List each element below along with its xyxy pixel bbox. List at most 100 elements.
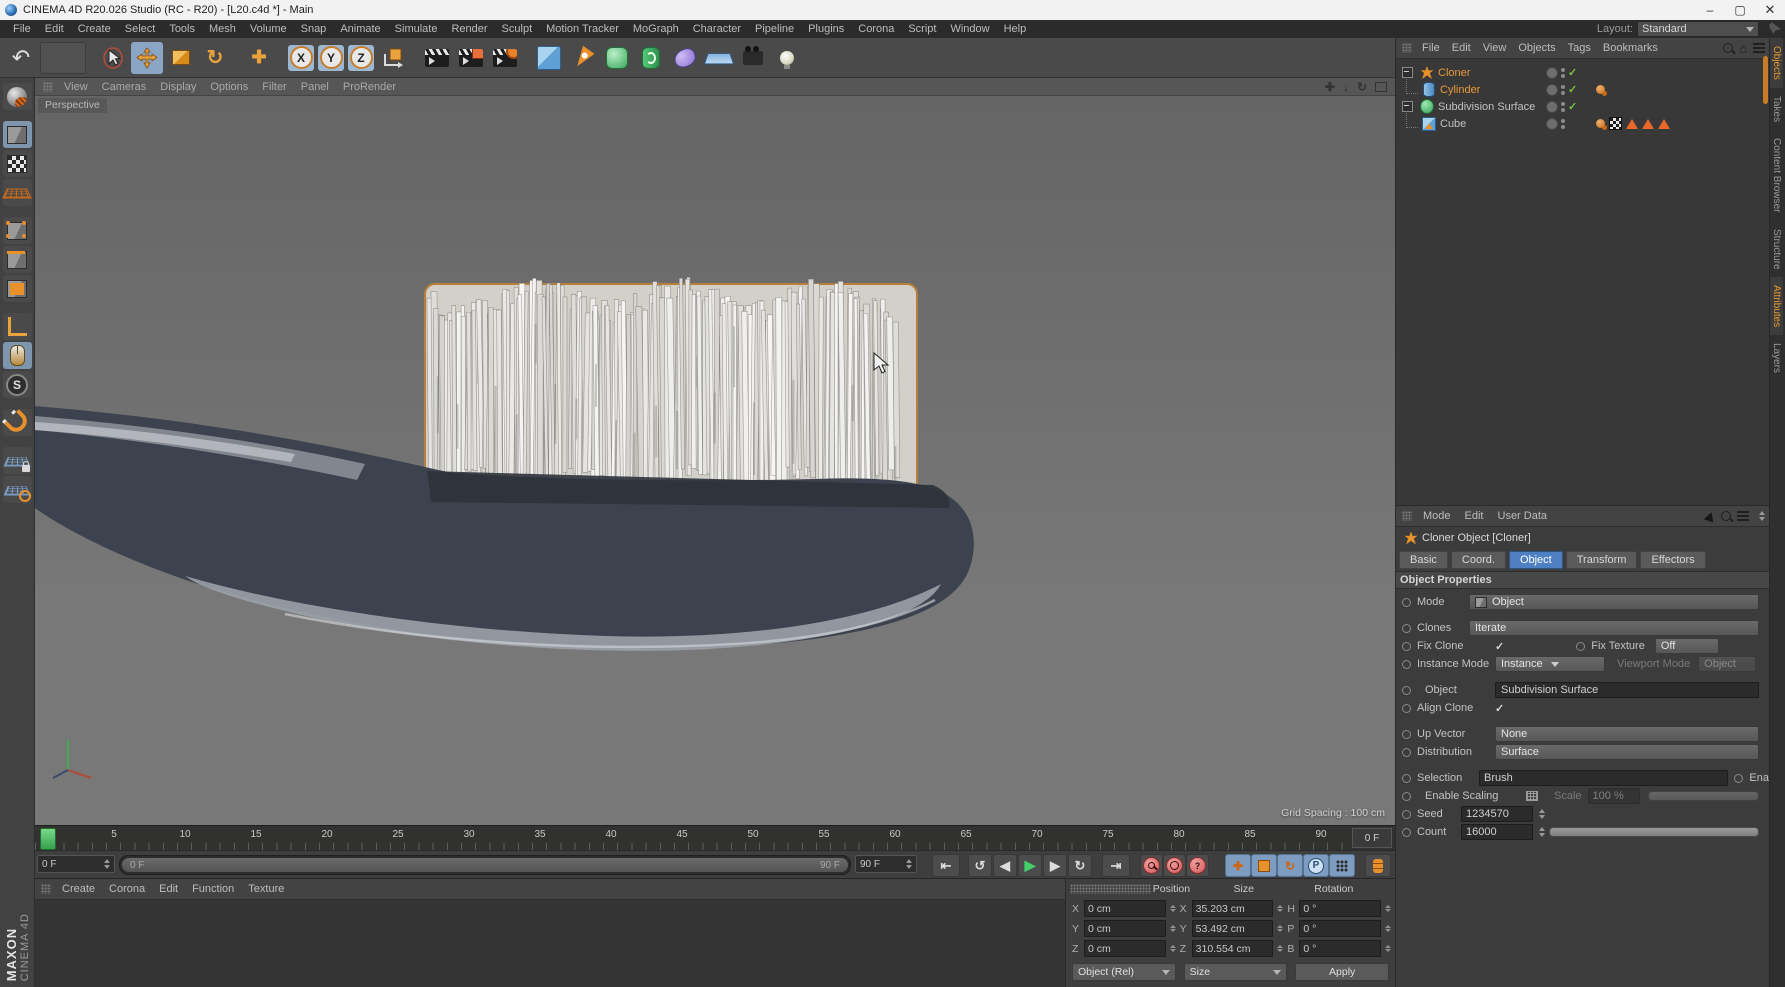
tab-basic[interactable]: Basic [1399,551,1448,569]
panel-grip-icon[interactable] [1070,884,1151,894]
spinner-icon[interactable] [1535,809,1545,819]
anim-dot-icon[interactable] [1402,642,1411,651]
menu-item[interactable]: Snap [294,23,334,35]
current-frame-field[interactable]: 0 F [37,855,115,873]
spinner-icon[interactable] [1385,925,1391,932]
tab-effectors[interactable]: Effectors [1640,551,1705,569]
tweak-mode-icon[interactable] [3,342,32,369]
z-axis-lock-button[interactable]: Z [348,45,374,71]
double-arrow-icon[interactable] [1755,511,1765,521]
visibility-toggle-icon[interactable] [1546,84,1558,96]
apply-button[interactable]: Apply [1295,963,1389,981]
viewport-menu-item[interactable]: Options [203,81,255,93]
attribute-menu-item[interactable]: User Data [1491,510,1555,522]
enabled-check-icon[interactable]: ✓ [1568,83,1577,96]
viewport-menu-item[interactable]: Display [153,81,203,93]
viewport-maximize-icon[interactable] [1375,82,1387,92]
anim-dot-icon[interactable] [1576,642,1585,651]
anim-dot-icon[interactable] [1402,792,1411,801]
solo-button[interactable] [1365,854,1391,877]
position-x-field[interactable]: 0 cm [1084,900,1166,917]
object-manager-menu-item[interactable]: File [1416,42,1446,54]
last-tool-icon[interactable]: ✚ [243,42,275,74]
seed-field[interactable]: 1234570 [1461,806,1533,822]
size-y-field[interactable]: 53.492 cm [1192,920,1274,937]
anim-dot-icon[interactable] [1402,774,1411,783]
scrollbar[interactable] [1763,56,1768,104]
fix-texture-dropdown[interactable]: Off [1655,638,1719,654]
prev-frame-button[interactable]: ◀ [993,854,1017,877]
visibility-toggle-icon[interactable] [1546,67,1558,79]
rotation-h-field[interactable]: 0 ° [1299,900,1381,917]
timeline-ruler[interactable]: 51015202530354045505560657075808590 0 F [35,825,1395,850]
menu-item[interactable]: Character [686,23,748,35]
size-z-field[interactable]: 310.554 cm [1192,940,1274,957]
home-icon[interactable]: ⌂ [1739,42,1747,55]
side-tab-content-browser[interactable]: Content Browser [1770,130,1783,220]
magnet-snap-icon[interactable] [3,409,32,436]
snap-mode-icon[interactable]: S [3,371,32,398]
move-tool-icon[interactable] [131,42,163,74]
live-select-icon[interactable] [97,42,129,74]
editor-render-dots-icon[interactable] [1561,85,1565,95]
record-position-toggle[interactable]: ✚ [1225,854,1251,877]
coordinate-system-icon[interactable] [377,42,409,74]
anim-dot-icon[interactable] [1402,748,1411,757]
menu-item[interactable]: Window [943,23,996,35]
scale-tool-icon[interactable] [165,42,197,74]
menu-item[interactable]: Simulate [388,23,445,35]
spinner-icon[interactable] [1385,905,1391,912]
menu-item[interactable]: Edit [38,23,71,35]
object-link-field[interactable]: Subdivision Surface [1495,682,1759,698]
keyframe-selection-button[interactable]: ? [1186,854,1209,877]
layers-icon[interactable] [1737,511,1749,521]
anim-dot-icon[interactable] [1402,730,1411,739]
record-rotation-toggle[interactable]: ↻ [1277,854,1303,877]
viewport-menu-item[interactable]: View [57,81,95,93]
material-list-area[interactable] [35,900,1065,987]
phong-tag-icon[interactable] [1596,119,1605,128]
autokey-button[interactable] [1163,854,1186,877]
record-keyframe-button[interactable] [1140,854,1163,877]
attribute-menu-item[interactable]: Edit [1458,510,1491,522]
tab-object[interactable]: Object [1509,551,1563,569]
cube-primitive-icon[interactable] [533,42,565,74]
workplane-mode-icon[interactable] [3,476,32,503]
editor-render-dots-icon[interactable] [1561,68,1565,78]
spinner-icon[interactable] [902,859,912,869]
menu-item[interactable]: Help [997,23,1034,35]
axis-mode-icon[interactable] [3,313,32,340]
object-manager-menu-item[interactable]: Bookmarks [1597,42,1664,54]
rotate-tool-icon[interactable]: ↻ [199,42,231,74]
viewport[interactable]: ViewCamerasDisplayOptionsFilterPanelProR… [35,78,1395,825]
anim-dot-icon[interactable] [1402,598,1411,607]
instance-mode-dropdown[interactable]: Instance [1495,656,1605,672]
rotation-b-field[interactable]: 0 ° [1299,940,1381,957]
panel-grip-icon[interactable] [43,82,53,92]
edges-mode-icon[interactable] [3,246,32,273]
object-manager-menu-item[interactable]: Tags [1562,42,1597,54]
render-sphere-icon[interactable] [3,83,32,110]
coord-mode-dropdown[interactable]: Object (Rel) [1072,963,1176,981]
loop-button[interactable]: ↻ [1068,854,1092,877]
position-y-field[interactable]: 0 cm [1084,920,1166,937]
material-menu-item[interactable]: Create [55,883,102,895]
polygons-mode-icon[interactable] [3,275,32,302]
menu-item[interactable]: Volume [243,23,294,35]
count-slider[interactable] [1549,827,1759,837]
viewport-orbit-icon[interactable]: ↻ [1357,80,1367,94]
points-mode-icon[interactable] [3,217,32,244]
x-axis-lock-button[interactable]: X [288,45,314,71]
subdivision-generator-icon[interactable] [601,42,633,74]
enabled-check-icon[interactable]: ✓ [1568,100,1577,113]
camera-label[interactable]: Perspective [38,98,107,113]
frame-range-slider[interactable]: 0 F 90 F [119,855,851,875]
editor-render-dots-icon[interactable] [1561,119,1565,129]
record-parameter-toggle[interactable]: P [1303,854,1329,877]
menu-item[interactable]: Tools [162,23,202,35]
side-tab-attributes[interactable]: Attributes [1770,277,1783,335]
spinner-icon[interactable] [1277,925,1283,932]
menu-item[interactable]: File [6,23,38,35]
rotation-p-field[interactable]: 0 ° [1299,920,1381,937]
deformer-icon[interactable] [635,42,667,74]
